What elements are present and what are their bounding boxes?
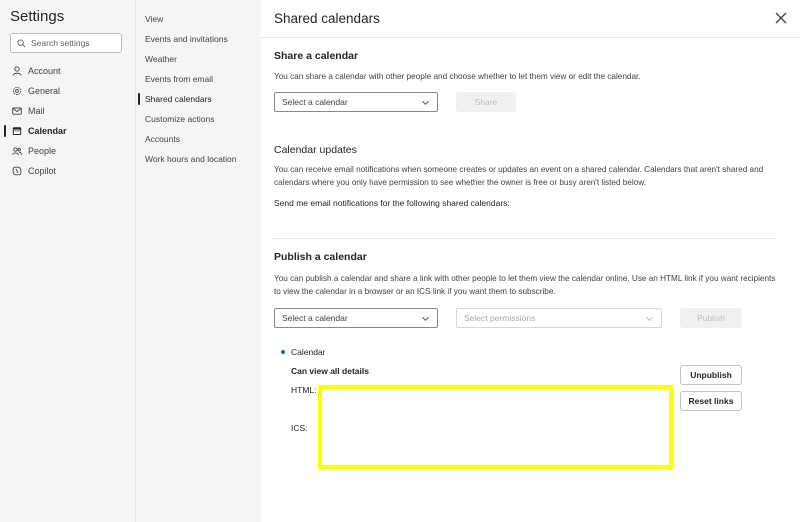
category-calendar[interactable]: Calendar <box>0 121 135 141</box>
category-label: Account <box>28 66 61 76</box>
subnav-list: View Events and invitations Weather Even… <box>136 9 262 169</box>
published-permission-label: Can view all details <box>291 366 369 376</box>
section-divider <box>274 238 776 239</box>
subnav-item-accounts[interactable]: Accounts <box>136 129 262 149</box>
subnav-item-shared-calendars[interactable]: Shared calendars <box>136 89 262 109</box>
subnav-item-weather[interactable]: Weather <box>136 49 262 69</box>
search-settings-box[interactable] <box>10 33 123 53</box>
copilot-icon <box>11 166 22 177</box>
chevron-down-icon <box>422 100 429 105</box>
subnav-item-work-hours[interactable]: Work hours and location <box>136 149 262 169</box>
unpublish-button[interactable]: Unpublish <box>680 365 742 385</box>
chevron-down-icon <box>422 316 429 321</box>
permissions-dropdown-value: Select permissions <box>464 313 536 323</box>
gear-icon <box>11 86 22 97</box>
header-divider <box>261 37 800 38</box>
share-description: You can share a calendar with other peop… <box>274 72 641 81</box>
calendar-settings-subnav: View Events and invitations Weather Even… <box>135 0 261 522</box>
people-icon <box>11 146 22 157</box>
subnav-item-events-from-email[interactable]: Events from email <box>136 69 262 89</box>
permissions-dropdown[interactable]: Select permissions <box>456 308 662 328</box>
publish-button[interactable]: Publish <box>680 308 742 328</box>
person-icon <box>11 66 22 77</box>
category-label: Copilot <box>28 166 57 176</box>
shared-calendars-panel: Shared calendars Share a calendar You ca… <box>261 0 800 522</box>
subnav-item-events-and-invitations[interactable]: Events and invitations <box>136 29 262 49</box>
search-settings-input[interactable] <box>31 38 123 48</box>
html-link-label: HTML: <box>291 385 317 395</box>
settings-title: Settings <box>10 8 65 25</box>
category-label: People <box>28 146 57 156</box>
share-section-title: Share a calendar <box>274 50 359 62</box>
chevron-down-icon <box>646 316 653 321</box>
category-label: Mail <box>28 106 45 116</box>
search-icon <box>17 38 26 47</box>
list-bullet <box>281 350 285 354</box>
share-calendar-dropdown-value: Select a calendar <box>282 97 348 107</box>
category-people[interactable]: People <box>0 141 135 161</box>
updates-description: You can receive email notifications when… <box>274 165 764 187</box>
share-button[interactable]: Share <box>456 92 516 112</box>
settings-category-pane: Settings Account General Mail Calendar P… <box>0 0 135 522</box>
publish-description: You can publish a calendar and share a l… <box>274 274 776 296</box>
notify-label: Send me email notifications for the foll… <box>274 198 510 208</box>
published-calendar-name: Calendar <box>291 347 326 357</box>
publish-calendar-dropdown-value: Select a calendar <box>282 313 348 323</box>
mail-icon <box>11 106 22 117</box>
reset-links-button[interactable]: Reset links <box>680 391 742 411</box>
settings-category-list: Account General Mail Calendar People Cop… <box>0 61 135 181</box>
category-label: General <box>28 86 61 96</box>
page-title: Shared calendars <box>274 11 380 26</box>
category-general[interactable]: General <box>0 81 135 101</box>
publish-calendar-dropdown[interactable]: Select a calendar <box>274 308 438 328</box>
ics-link-label: ICS: <box>291 423 308 433</box>
category-mail[interactable]: Mail <box>0 101 135 121</box>
links-highlight-box <box>318 385 673 469</box>
category-copilot[interactable]: Copilot <box>0 161 135 181</box>
close-icon[interactable] <box>773 10 789 26</box>
calendar-icon <box>11 126 22 137</box>
subnav-item-customize-actions[interactable]: Customize actions <box>136 109 262 129</box>
share-calendar-dropdown[interactable]: Select a calendar <box>274 92 438 112</box>
subnav-item-view[interactable]: View <box>136 9 262 29</box>
category-account[interactable]: Account <box>0 61 135 81</box>
category-label: Calendar <box>28 126 67 136</box>
updates-section-title: Calendar updates <box>274 144 357 156</box>
publish-section-title: Publish a calendar <box>274 251 367 263</box>
